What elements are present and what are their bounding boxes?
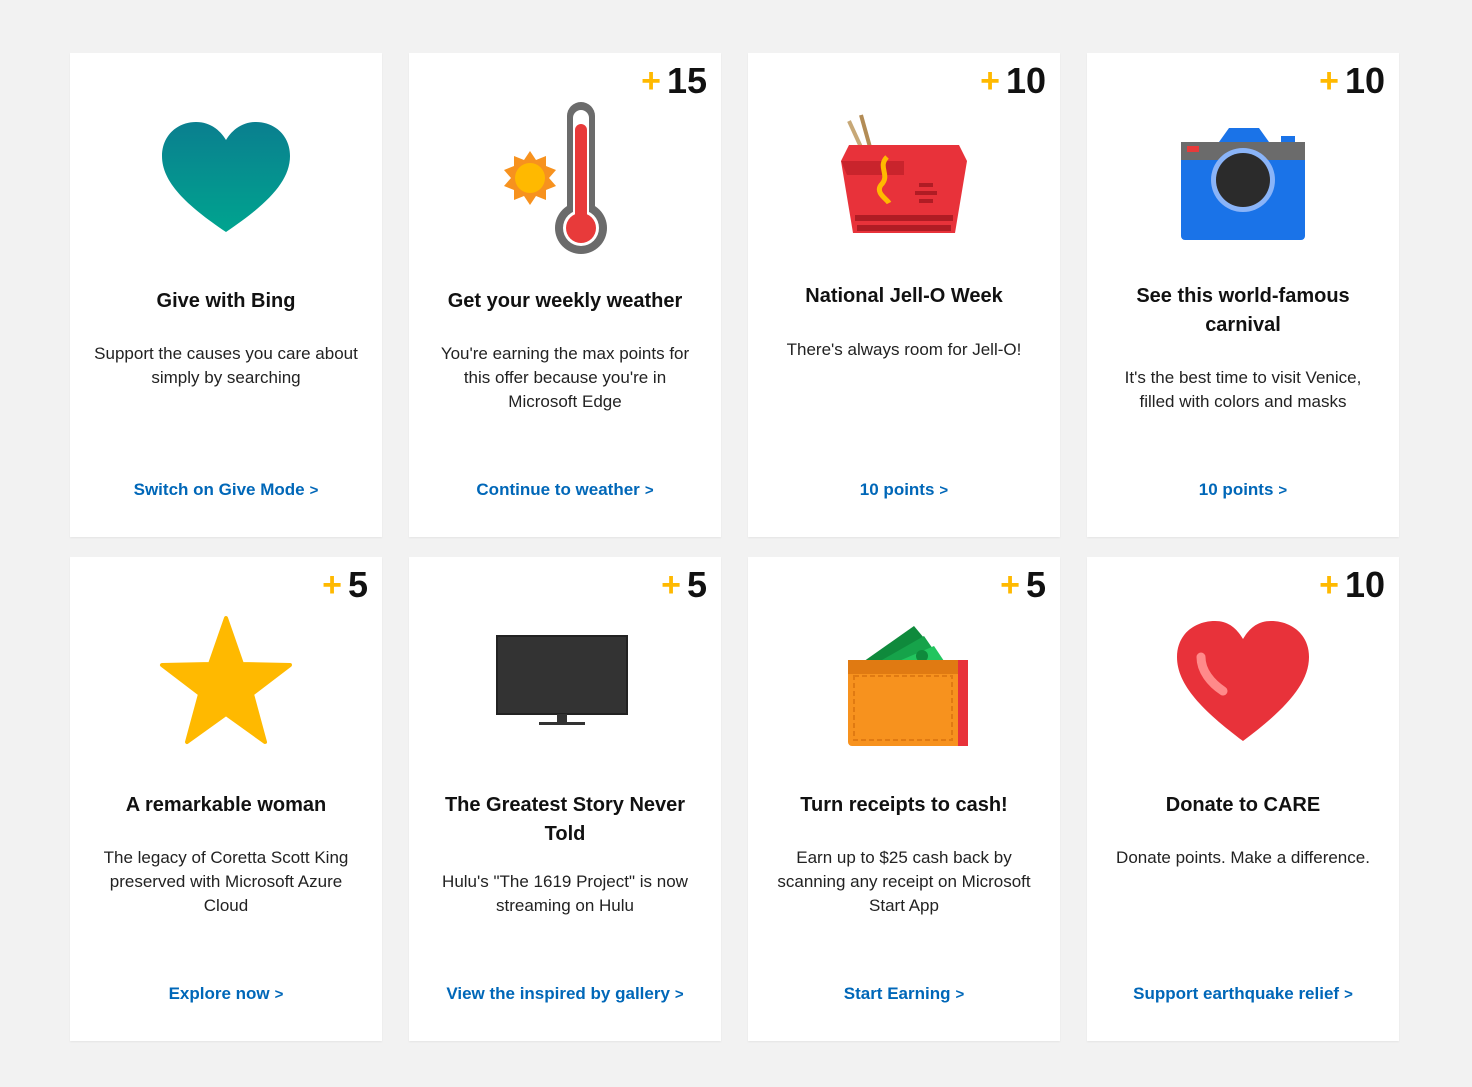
points-value: 10: [1005, 60, 1046, 101]
wallet-cash-icon: [748, 609, 1060, 759]
points-value: 5: [1025, 564, 1046, 605]
offer-link[interactable]: Start Earning >: [758, 981, 1050, 1008]
tv-icon: [409, 609, 721, 759]
offer-description: Hulu's "The 1619 Project" is now streami…: [442, 872, 688, 915]
offer-card-greatest-story[interactable]: +5 The Greatest Story Never Told Hulu's …: [409, 557, 721, 1041]
chevron-right-icon: >: [1278, 482, 1288, 499]
offer-link[interactable]: View the inspired by gallery >: [419, 981, 711, 1008]
offers-grid: Give with Bing Support the causes you ca…: [70, 53, 1399, 1041]
offer-link[interactable]: 10 points >: [1097, 477, 1389, 504]
points-value: 10: [1344, 60, 1385, 101]
offer-card-give-with-bing[interactable]: Give with Bing Support the causes you ca…: [70, 53, 382, 537]
offer-title: See this world-famous carnival: [1136, 285, 1350, 336]
offer-description: The legacy of Coretta Scott King preserv…: [103, 848, 349, 915]
takeout-box-icon: [748, 105, 1060, 255]
chevron-right-icon: >: [644, 482, 654, 499]
offer-link-label[interactable]: Continue to weather: [476, 480, 639, 499]
points-value: 5: [686, 564, 707, 605]
offer-card-carnival[interactable]: +10 See this world-famous carnival It's …: [1087, 53, 1399, 537]
plus-icon: +: [1000, 566, 1020, 604]
offer-link[interactable]: Explore now >: [80, 981, 372, 1008]
plus-icon: +: [980, 62, 1000, 100]
offer-link-label[interactable]: View the inspired by gallery: [446, 984, 670, 1003]
points-value: 15: [666, 60, 707, 101]
offer-link-label[interactable]: Start Earning: [844, 984, 951, 1003]
points-badge: +5: [661, 564, 707, 605]
offer-card-receipts[interactable]: +5 Turn receipts to cash! Earn up to $25…: [748, 557, 1060, 1041]
offer-title: National Jell-O Week: [805, 285, 1003, 307]
chevron-right-icon: >: [674, 986, 684, 1003]
star-icon: [70, 609, 382, 759]
offer-link[interactable]: Switch on Give Mode >: [80, 477, 372, 504]
points-badge: +5: [1000, 564, 1046, 605]
offer-description: Earn up to $25 cash back by scanning any…: [777, 848, 1031, 915]
plus-icon: +: [1319, 566, 1339, 604]
offer-card-jello-week[interactable]: +10 National Jell-O Week There's always …: [748, 53, 1060, 537]
offer-link-label[interactable]: 10 points: [1199, 480, 1274, 499]
offer-title: Get your weekly weather: [447, 290, 683, 312]
offer-link-label[interactable]: Switch on Give Mode: [134, 480, 305, 499]
offer-link[interactable]: Support earthquake relief >: [1097, 981, 1389, 1008]
teal-heart-icon: [70, 105, 382, 255]
offer-description: Donate points. Make a difference.: [1116, 848, 1370, 867]
offer-description: There's always room for Jell-O!: [786, 340, 1022, 359]
camera-icon: [1087, 105, 1399, 255]
points-badge: +10: [980, 60, 1046, 101]
offer-card-weather[interactable]: +15 Get your weekly weather You're earni…: [409, 53, 721, 537]
offer-link[interactable]: Continue to weather >: [419, 477, 711, 504]
thermometer-sun-icon: [409, 102, 721, 255]
plus-icon: +: [641, 62, 661, 100]
plus-icon: +: [1319, 62, 1339, 100]
points-badge: +5: [322, 564, 368, 605]
offer-card-donate-care[interactable]: +10 Donate to CARE Donate points. Make a…: [1087, 557, 1399, 1041]
chevron-right-icon: >: [955, 986, 965, 1003]
offer-link[interactable]: 10 points >: [758, 477, 1050, 504]
points-badge: +10: [1319, 564, 1385, 605]
offer-link-label[interactable]: Support earthquake relief: [1133, 984, 1339, 1003]
offer-description: You're earning the max points for this o…: [440, 344, 690, 411]
red-heart-icon: [1087, 609, 1399, 759]
offer-title: The Greatest Story Never Told: [444, 794, 686, 845]
offer-link-label[interactable]: 10 points: [860, 480, 935, 499]
points-badge: +10: [1319, 60, 1385, 101]
chevron-right-icon: >: [274, 986, 284, 1003]
offer-card-remarkable-woman[interactable]: +5 A remarkable woman The legacy of Core…: [70, 557, 382, 1041]
offer-title: Give with Bing: [156, 290, 296, 312]
chevron-right-icon: >: [309, 482, 319, 499]
plus-icon: +: [661, 566, 681, 604]
points-badge: +15: [641, 60, 707, 101]
points-value: 5: [347, 564, 368, 605]
offer-title: Turn receipts to cash!: [800, 794, 1008, 816]
offer-description: Support the causes you care about simply…: [94, 344, 358, 387]
offer-link-label[interactable]: Explore now: [169, 984, 270, 1003]
offer-title: Donate to CARE: [1165, 794, 1321, 816]
chevron-right-icon: >: [1344, 986, 1353, 1003]
chevron-right-icon: >: [939, 482, 949, 499]
offer-description: It's the best time to visit Venice, fill…: [1124, 368, 1362, 411]
offer-title: A remarkable woman: [125, 794, 327, 816]
plus-icon: +: [322, 566, 342, 604]
points-value: 10: [1344, 564, 1385, 605]
